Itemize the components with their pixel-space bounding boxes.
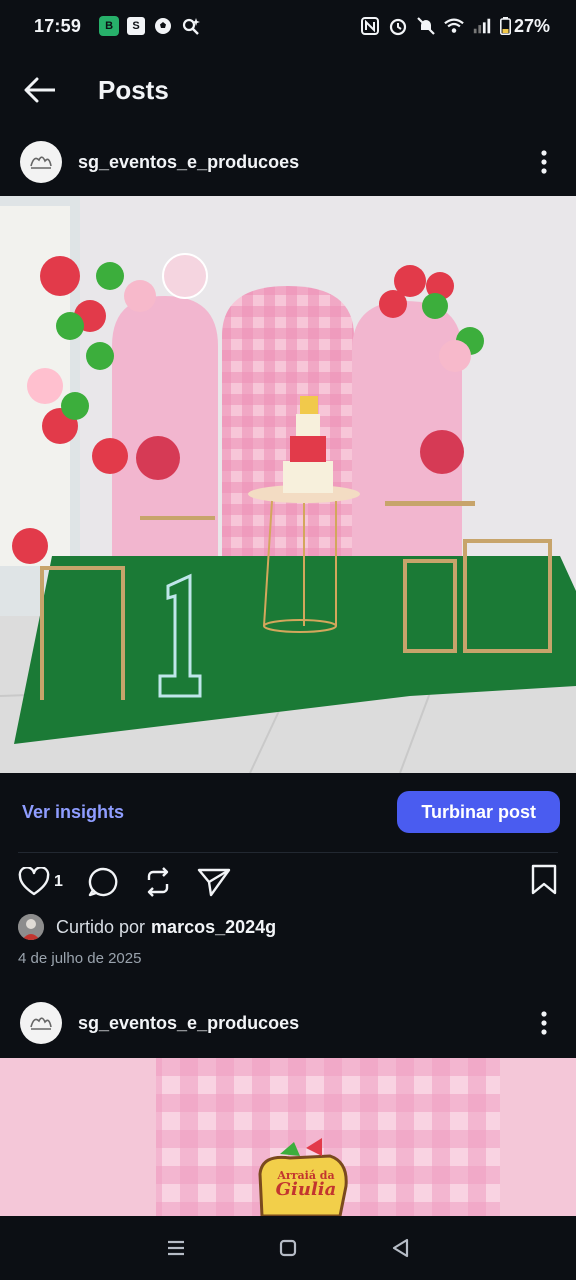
view-insights-link[interactable]: Ver insights (22, 802, 124, 823)
system-nav-bar (0, 1216, 576, 1280)
heart-icon (18, 867, 50, 896)
liked-by-prefix: Curtido por (56, 916, 146, 937)
post-image-2[interactable]: Arraiá da Giulia (0, 1058, 576, 1216)
back-arrow-icon (24, 77, 55, 103)
status-bar: 17:59 B S 27% (0, 0, 576, 52)
wifi-icon (444, 16, 464, 36)
page-title: Posts (98, 74, 169, 105)
more-vertical-icon (541, 1011, 547, 1035)
liked-by-username[interactable]: marcos_2024g (151, 917, 276, 938)
insights-row: Ver insights Turbinar post (0, 790, 576, 834)
more-options-button[interactable] (532, 1007, 556, 1039)
nfc-icon (360, 16, 380, 36)
repost-icon (147, 867, 169, 897)
battery-indicator: 27% (499, 15, 550, 37)
back-button[interactable] (20, 70, 60, 110)
soccer-ball-icon (153, 16, 173, 36)
post-header: sg_eventos_e_producoes (0, 128, 576, 196)
more-options-button[interactable] (532, 146, 556, 178)
status-left: 17:59 B S (34, 16, 201, 37)
alarm-icon (388, 16, 408, 36)
bookmark-icon (531, 864, 557, 894)
whatsapp-business-icon: B (99, 16, 120, 36)
top-bar: Posts (0, 60, 576, 120)
status-right: 27% (360, 16, 550, 37)
repost-button[interactable] (143, 866, 173, 898)
avatar[interactable] (20, 1002, 62, 1044)
save-button[interactable] (530, 864, 558, 901)
battery-icon (499, 17, 511, 35)
more-vertical-icon (541, 150, 547, 174)
post-sign: Arraiá da Giulia (270, 1170, 342, 1199)
home-button[interactable] (268, 1228, 308, 1268)
recent-apps-icon (168, 1240, 184, 1256)
post-image[interactable] (0, 196, 576, 773)
comment-button[interactable] (87, 866, 119, 898)
shopping-bag-icon: S (127, 17, 146, 35)
comment-icon (88, 867, 118, 897)
post-actions: 1 (0, 862, 576, 902)
liked-by[interactable]: Curtido por marcos_2024g (18, 914, 276, 940)
share-button[interactable] (197, 867, 231, 897)
liker-avatar (18, 914, 44, 940)
recent-apps-button[interactable] (156, 1228, 196, 1268)
home-icon (279, 1239, 297, 1257)
mute-icon (416, 16, 436, 36)
status-time: 17:59 (34, 15, 82, 36)
post-date: 4 de julho de 2025 (18, 950, 142, 967)
boost-post-button[interactable]: Turbinar post (397, 791, 560, 833)
signal-icon (472, 16, 492, 36)
post-header-2: sg_eventos_e_producoes (0, 989, 576, 1057)
post-username[interactable]: sg_eventos_e_producoes (78, 1013, 299, 1034)
avatar[interactable] (20, 141, 62, 183)
post-username[interactable]: sg_eventos_e_producoes (78, 152, 299, 173)
like-button[interactable]: 1 (18, 867, 63, 897)
battery-percent: 27% (513, 15, 550, 36)
nav-back-button[interactable] (380, 1228, 420, 1268)
search-sparkle-icon (181, 16, 201, 36)
divider (18, 852, 558, 853)
sign-line-2: Giulia (275, 1179, 337, 1200)
send-icon (197, 868, 231, 897)
like-count[interactable]: 1 (54, 873, 63, 891)
triangle-back-icon (392, 1238, 409, 1258)
